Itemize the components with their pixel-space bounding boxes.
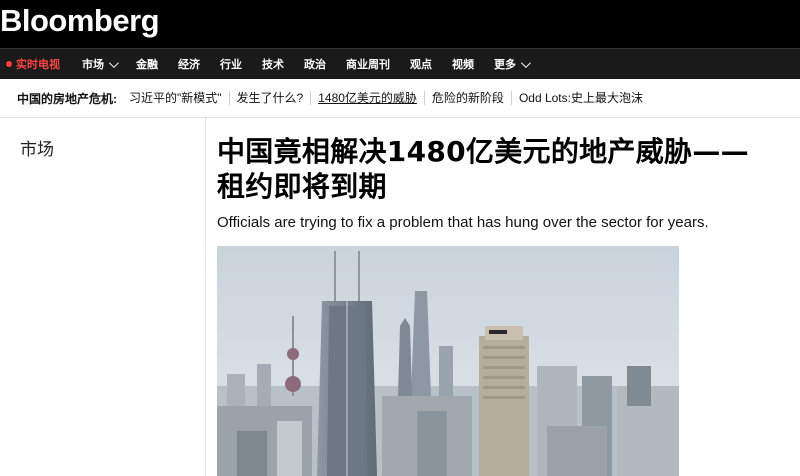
article-headline: 中国竟相解决1480亿美元的地产威胁—— 租约即将到期 — [217, 134, 800, 204]
nav-item-more[interactable]: 更多 — [494, 56, 531, 72]
nav-item-industries[interactable]: 行业 — [220, 56, 242, 72]
main-nav: 实时电视 市场 金融 经济 行业 技术 政治 商业周刊 观点 视频 更多 — [0, 48, 800, 79]
nav-item-opinion[interactable]: 观点 — [410, 56, 432, 72]
nav-item-economics[interactable]: 经济 — [178, 56, 200, 72]
headline-line-1: 中国竟相解决1480亿美元的地产威胁—— — [217, 135, 749, 168]
nav-item-label: 市场 — [82, 59, 104, 71]
nav-item-label: 更多 — [494, 59, 516, 71]
chevron-down-icon — [520, 57, 531, 68]
column-divider — [205, 118, 206, 476]
headline-line-2: 租约即将到期 — [217, 170, 387, 203]
skyline-illustration — [217, 246, 679, 476]
article-dek: Officials are trying to fix a problem th… — [217, 214, 709, 231]
nav-item-finance[interactable]: 金融 — [136, 56, 158, 72]
topic-link-new-model[interactable]: 习近平的"新模式" — [127, 91, 229, 105]
topic-link-what-happened[interactable]: 发生了什么? — [228, 91, 311, 105]
nav-item-businessweek[interactable]: 商业周刊 — [346, 56, 390, 72]
live-tv-link[interactable]: 实时电视 — [6, 56, 60, 72]
nav-item-video[interactable]: 视频 — [452, 56, 474, 72]
live-tv-label: 实时电视 — [16, 59, 60, 71]
nav-item-politics[interactable]: 政治 — [304, 56, 326, 72]
topic-link-dangerous-phase[interactable]: 危险的新阶段 — [423, 91, 511, 105]
topic-bar: 中国的房地产危机: 习近平的"新模式" 发生了什么? 1480亿美元的威胁 危险… — [0, 79, 800, 118]
nav-item-technology[interactable]: 技术 — [262, 56, 284, 72]
topic-link-148b-threat[interactable]: 1480亿美元的威胁 — [310, 91, 424, 105]
nav-item-markets[interactable]: 市场 — [82, 56, 119, 72]
hero-photo-shanghai-skyline — [217, 246, 679, 476]
topic-bar-label: 中国的房地产危机: — [17, 91, 117, 106]
topic-link-odd-lots[interactable]: Odd Lots:史上最大泡沫 — [510, 91, 650, 105]
live-dot-icon — [6, 61, 12, 67]
section-label[interactable]: 市场 — [20, 135, 54, 160]
chevron-down-icon — [108, 57, 119, 68]
masthead: Bloomberg — [0, 0, 800, 48]
bloomberg-logo[interactable]: Bloomberg — [0, 3, 160, 39]
